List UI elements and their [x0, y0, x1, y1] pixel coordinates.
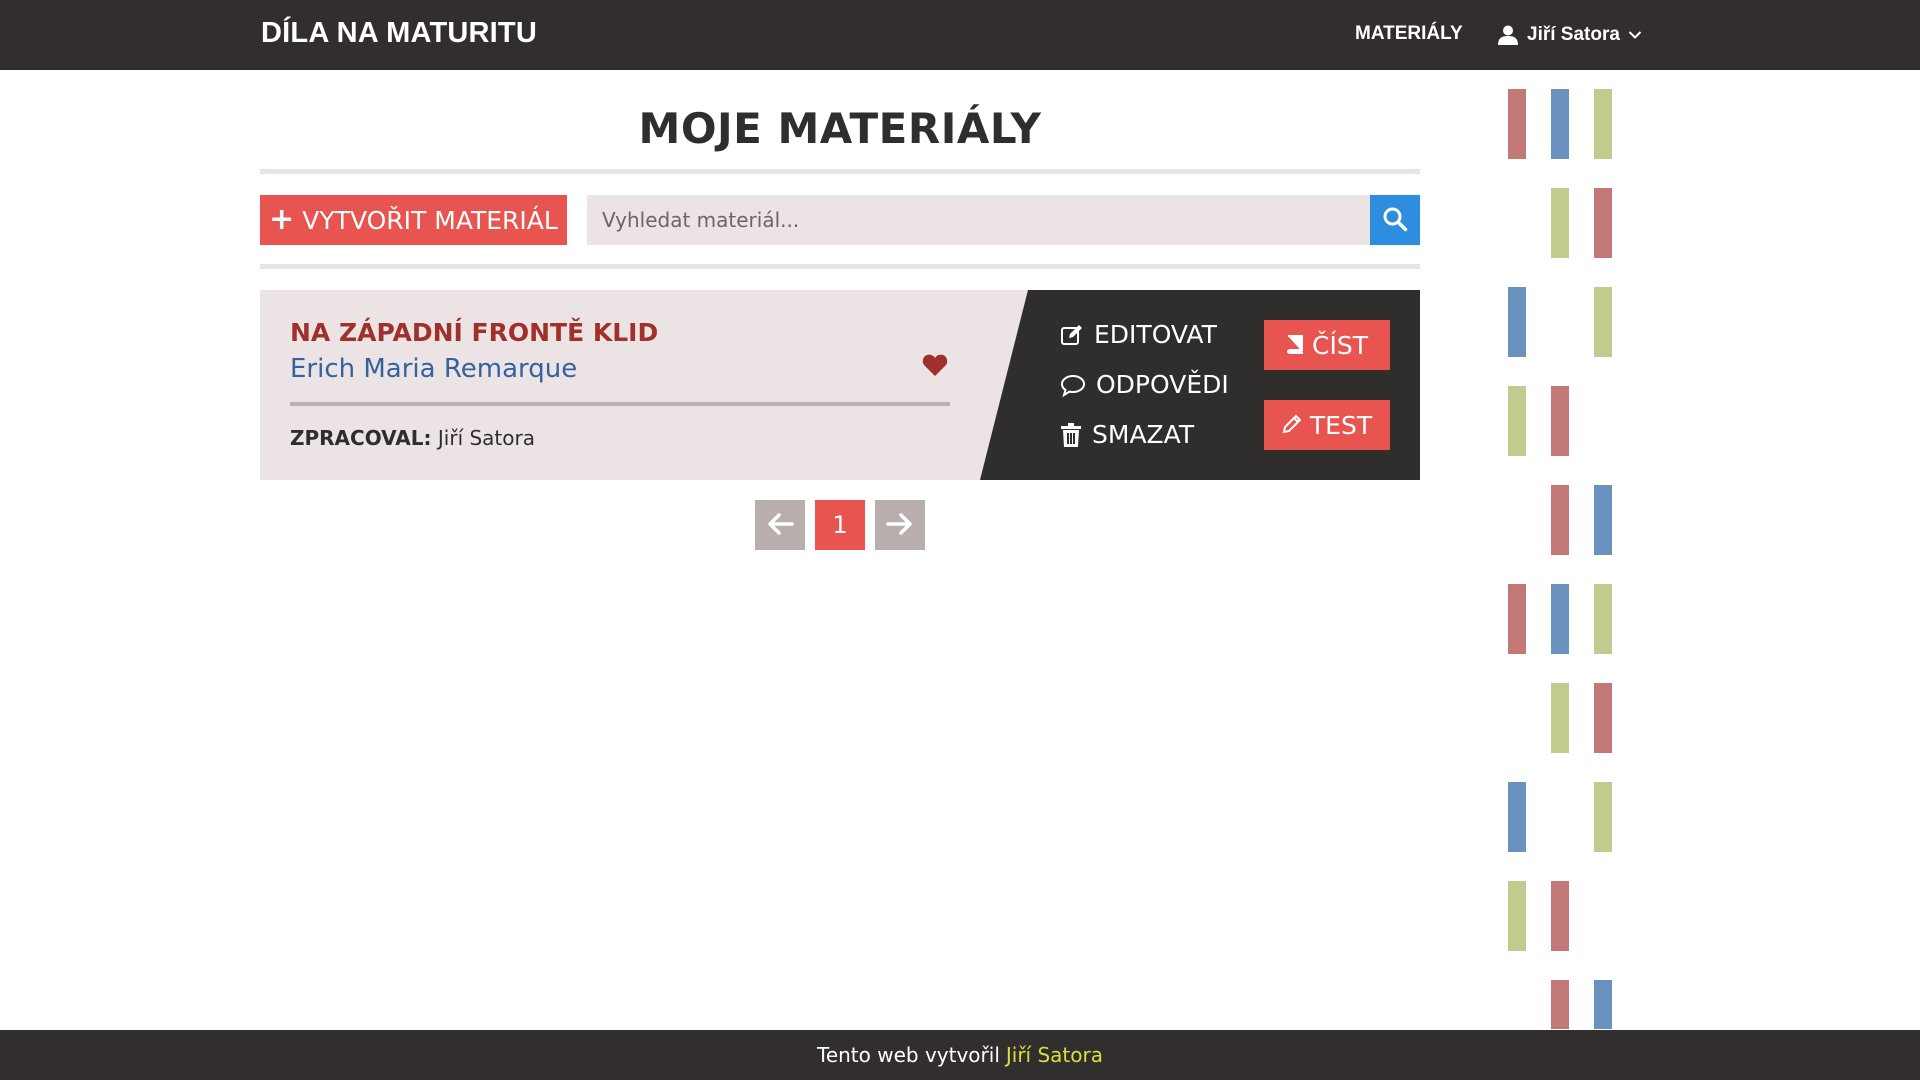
search-button[interactable]	[1370, 195, 1420, 245]
decorative-stripe	[1551, 584, 1569, 654]
divider	[260, 169, 1420, 174]
test-button[interactable]: TEST	[1264, 400, 1390, 450]
decorative-stripe	[1551, 980, 1569, 1029]
delete-link[interactable]: SMAZAT	[1060, 420, 1194, 449]
test-label: TEST	[1309, 410, 1373, 440]
decorative-stripe	[1551, 89, 1569, 159]
speech-bubble-icon	[1060, 373, 1086, 397]
top-navbar: DÍLA NA MATURITU MATERIÁLY Jiří Satora	[0, 0, 1920, 70]
footer: Tento web vytvořil Jiří Satora	[0, 1030, 1920, 1080]
trash-icon	[1060, 422, 1082, 448]
card-divider	[290, 402, 950, 406]
decorative-stripe	[1594, 485, 1612, 555]
page-title: MOJE MATERIÁLY	[638, 104, 1042, 153]
divider	[260, 264, 1420, 269]
read-button[interactable]: ČÍST	[1264, 320, 1390, 370]
create-material-button[interactable]: + VYTVOŘIT MATERIÁL	[260, 195, 567, 245]
nav-link-materials[interactable]: MATERIÁLY	[1355, 23, 1463, 45]
decorative-stripe	[1594, 980, 1612, 1029]
material-processed-by: ZPRACOVAL: Jiří Satora	[290, 426, 535, 450]
user-name: Jiří Satora	[1527, 24, 1620, 45]
decorative-stripes	[1505, 89, 1615, 1029]
decorative-stripe	[1551, 683, 1569, 753]
page-number-button[interactable]: 1	[815, 500, 865, 550]
answers-label: ODPOVĚDI	[1096, 370, 1229, 399]
decorative-stripe	[1508, 782, 1526, 852]
arrow-right-icon	[886, 512, 914, 539]
material-card: NA ZÁPADNÍ FRONTĚ KLID Erich Maria Remar…	[260, 290, 1420, 480]
processed-by-value: Jiří Satora	[437, 426, 535, 450]
decorative-stripe	[1508, 386, 1526, 456]
decorative-stripe	[1594, 584, 1612, 654]
decorative-stripe	[1551, 485, 1569, 555]
edit-icon	[1060, 323, 1084, 347]
next-page-button[interactable]	[875, 500, 925, 550]
decorative-stripe	[1508, 584, 1526, 654]
brand-logo-link[interactable]: DÍLA NA MATURITU	[261, 17, 537, 50]
processed-by-label: ZPRACOVAL:	[290, 426, 432, 450]
previous-page-button[interactable]	[755, 500, 805, 550]
user-icon	[1497, 24, 1519, 46]
plus-icon: +	[269, 202, 295, 237]
search-icon	[1382, 206, 1408, 235]
search-input[interactable]	[587, 195, 1370, 245]
decorative-stripe	[1594, 188, 1612, 258]
arrow-left-icon	[766, 512, 794, 539]
edit-link[interactable]: EDITOVAT	[1060, 320, 1217, 349]
delete-label: SMAZAT	[1092, 420, 1195, 449]
heart-icon[interactable]	[922, 353, 948, 382]
decorative-stripe	[1508, 881, 1526, 951]
chevron-down-icon	[1628, 30, 1642, 40]
read-label: ČÍST	[1312, 330, 1368, 360]
decorative-stripe	[1508, 89, 1526, 159]
edit-label: EDITOVAT	[1094, 320, 1217, 349]
create-material-label: VYTVOŘIT MATERIÁL	[302, 205, 558, 235]
material-title[interactable]: NA ZÁPADNÍ FRONTĚ KLID	[290, 318, 658, 347]
pencil-icon	[1282, 411, 1302, 440]
decorative-stripe	[1594, 782, 1612, 852]
decorative-stripe	[1551, 881, 1569, 951]
decorative-stripe	[1594, 287, 1612, 357]
decorative-stripe	[1594, 89, 1612, 159]
decorative-stripe	[1551, 386, 1569, 456]
decorative-stripe	[1551, 188, 1569, 258]
decorative-stripe	[1508, 287, 1526, 357]
user-menu-dropdown[interactable]: Jiří Satora	[1497, 20, 1642, 50]
footer-author-link[interactable]: Jiří Satora	[1006, 1043, 1103, 1067]
answers-link[interactable]: ODPOVĚDI	[1060, 370, 1229, 399]
footer-text: Tento web vytvořil	[817, 1043, 1000, 1067]
material-author: Erich Maria Remarque	[290, 354, 578, 384]
book-icon	[1286, 331, 1304, 360]
decorative-stripe	[1594, 683, 1612, 753]
